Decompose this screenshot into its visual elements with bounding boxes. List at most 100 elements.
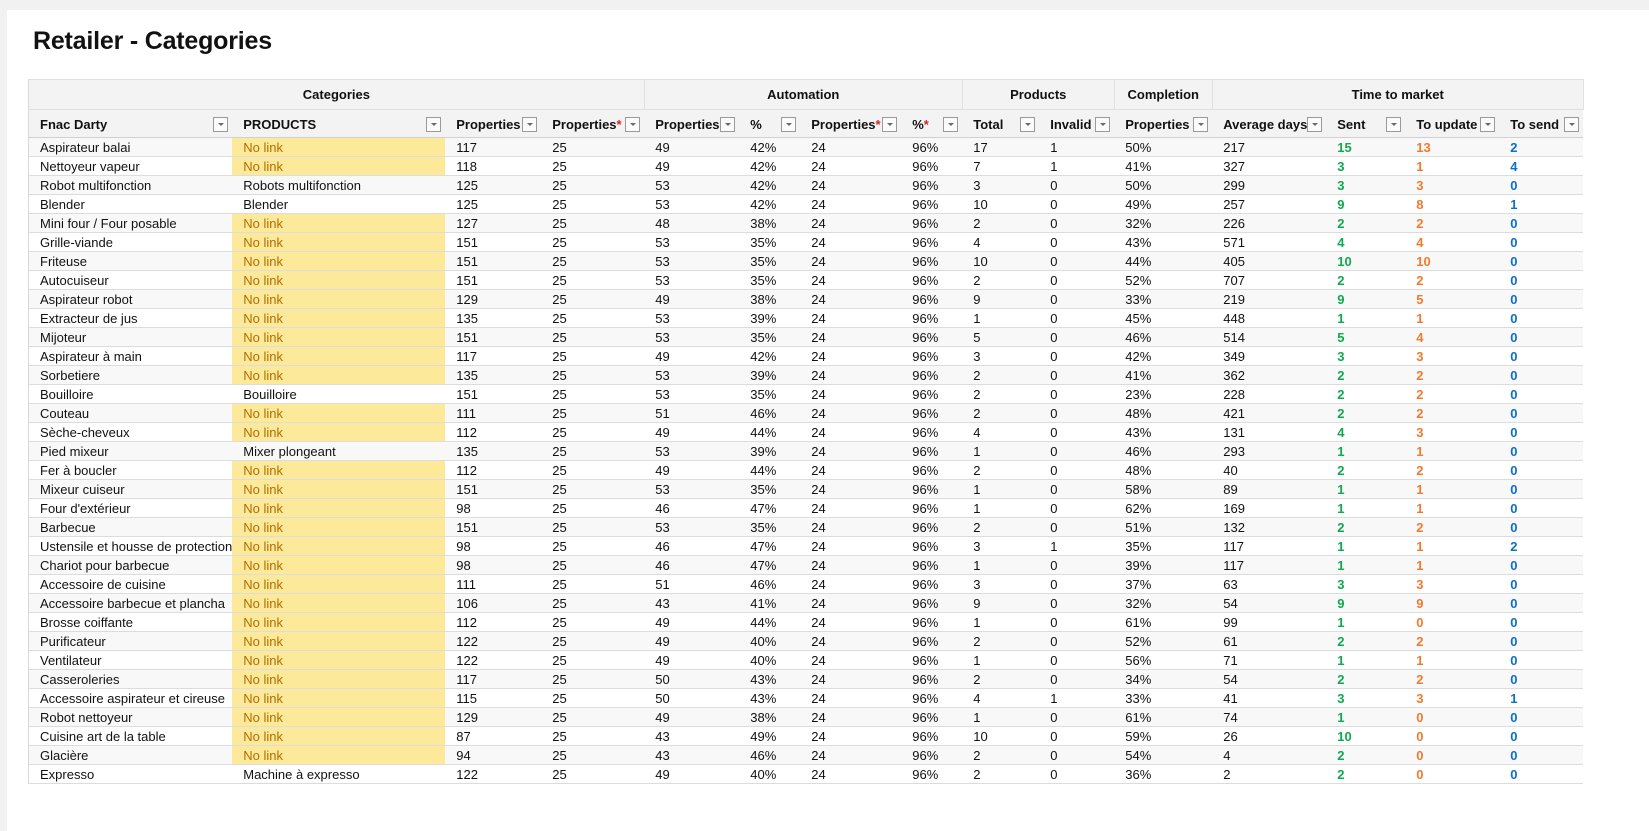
cell-products-no-link[interactable]: No link — [232, 536, 446, 556]
filter-dropdown-icon[interactable] — [213, 117, 229, 132]
table-row[interactable]: Brosse coiffante No link 112 25 49 44% 24 96% 1 0… — [29, 612, 1584, 632]
cell-products-no-link[interactable]: No link — [232, 403, 446, 423]
cell-products-no-link[interactable]: No link — [232, 251, 446, 271]
table-row[interactable]: Accessoire de cuisine No link 111 25 51 46% 24… — [29, 574, 1584, 594]
table-row[interactable]: Barbecue No link 151 25 53 35% 24 96% 2 0 51% 132 2 2… — [29, 517, 1584, 537]
table-row[interactable]: Chariot pour barbecue No link 98 25 46 47% 24 9… — [29, 555, 1584, 575]
cell-products-no-link[interactable]: No link — [232, 479, 446, 499]
cell-products-no-link[interactable]: No link — [232, 555, 446, 575]
table-row[interactable]: Glacière No link 94 25 43 46% 24 96% 2 0 54% 4 2 0 0 — [29, 745, 1584, 765]
column-header-total[interactable]: Total — [962, 109, 1040, 138]
table-row[interactable]: Aspirateur robot No link 129 25 49 38% 24 96% 9 0… — [29, 289, 1584, 309]
cell-avg-days: 117 — [1212, 555, 1327, 575]
cell-products-no-link[interactable]: No link — [232, 612, 446, 632]
cell-products-no-link[interactable]: No link — [232, 156, 446, 176]
cell-invalid: 0 — [1039, 460, 1115, 480]
cell-auto-props-req: 24 — [800, 479, 902, 499]
cell-products-no-link[interactable]: No link — [232, 726, 446, 746]
cell-products-no-link[interactable]: No link — [232, 460, 446, 480]
column-header-auto-props[interactable]: Properties — [644, 109, 740, 138]
table-row[interactable]: Pied mixeur Mixer plongeant 135 25 53 39% 24 96… — [29, 441, 1584, 461]
cell-auto-pct: 39% — [739, 365, 801, 385]
filter-dropdown-icon[interactable] — [1193, 117, 1209, 132]
table-row[interactable]: Extracteur de jus No link 135 25 53 39% 24 96% 1… — [29, 308, 1584, 328]
cell-products-no-link[interactable]: No link — [232, 707, 446, 727]
cell-auto-pct: 43% — [739, 669, 801, 689]
column-header-invalid[interactable]: Invalid — [1039, 109, 1115, 138]
table-row[interactable]: Couteau No link 111 25 51 46% 24 96% 2 0 48% 421 2 2 0 — [29, 403, 1584, 423]
table-row[interactable]: Fer à boucler No link 112 25 49 44% 24 96% 2 0 48%… — [29, 460, 1584, 480]
filter-dropdown-icon[interactable] — [426, 117, 442, 132]
table-row[interactable]: Mixeur cuiseur No link 151 25 53 35% 24 96% 1 0 58… — [29, 479, 1584, 499]
table-row[interactable]: Aspirateur à main No link 117 25 49 42% 24 96% 3… — [29, 346, 1584, 366]
filter-dropdown-icon[interactable] — [625, 117, 641, 132]
cell-products-no-link[interactable]: No link — [232, 308, 446, 328]
column-header-completion[interactable]: Properties — [1114, 109, 1213, 138]
cell-products-no-link[interactable]: No link — [232, 669, 446, 689]
table-row[interactable]: Nettoyeur vapeur No link 118 25 49 42% 24 96% 7 1… — [29, 156, 1584, 176]
cell-products-no-link[interactable]: No link — [232, 631, 446, 651]
table-row[interactable]: Mini four / Four posable No link 127 25 48 38… — [29, 213, 1584, 233]
column-header-products[interactable]: PRODUCTS — [232, 109, 446, 138]
cell-products-no-link[interactable]: No link — [232, 213, 446, 233]
table-row[interactable]: Purificateur No link 122 25 49 40% 24 96% 2 0 52% 6… — [29, 631, 1584, 651]
cell-products-no-link[interactable]: No link — [232, 745, 446, 765]
table-row[interactable]: Four d'extérieur No link 98 25 46 47% 24 96% 1 0 6… — [29, 498, 1584, 518]
column-header-to-send[interactable]: To send — [1499, 109, 1584, 138]
filter-dropdown-icon[interactable] — [1095, 117, 1111, 132]
table-row[interactable]: Bouilloire Bouilloire 151 25 53 35% 24 96% 2 0 23%… — [29, 384, 1584, 404]
table-row[interactable]: Accessoire aspirateur et cireuse No link 1… — [29, 688, 1584, 708]
filter-dropdown-icon[interactable] — [1480, 117, 1496, 132]
cell-fnac: Aspirateur robot — [29, 289, 233, 309]
table-row[interactable]: Ustensile et housse de protection No link… — [29, 536, 1584, 556]
cell-products-no-link[interactable]: No link — [232, 517, 446, 537]
filter-dropdown-icon[interactable] — [882, 117, 898, 132]
column-header-props-req[interactable]: Properties* — [541, 109, 645, 138]
filter-dropdown-icon[interactable] — [1307, 117, 1323, 132]
cell-products-no-link[interactable]: No link — [232, 593, 446, 613]
table-row[interactable]: Mijoteur No link 151 25 53 35% 24 96% 5 0 46% 514 5 4… — [29, 327, 1584, 347]
cell-products-no-link[interactable]: No link — [232, 422, 446, 442]
column-header-fnac[interactable]: Fnac Darty — [29, 109, 233, 138]
table-row[interactable]: Sorbetiere No link 135 25 53 39% 24 96% 2 0 41% 362… — [29, 365, 1584, 385]
table-row[interactable]: Autocuiseur No link 151 25 53 35% 24 96% 2 0 52% 70… — [29, 270, 1584, 290]
table-row[interactable]: Ventilateur No link 122 25 49 40% 24 96% 1 0 56% 71… — [29, 650, 1584, 670]
filter-dropdown-icon[interactable] — [522, 117, 538, 132]
table-row[interactable]: Casseroleries No link 117 25 50 43% 24 96% 2 0 34%… — [29, 669, 1584, 689]
column-header-auto-props-req[interactable]: Properties* — [800, 109, 902, 138]
filter-dropdown-icon[interactable] — [1020, 117, 1036, 132]
cell-products-no-link[interactable]: No link — [232, 137, 446, 157]
cell-props-req: 25 — [541, 441, 645, 461]
cell-products-no-link[interactable]: No link — [232, 270, 446, 290]
table-row[interactable]: Expresso Machine à expresso 122 25 49 40% 24 96… — [29, 764, 1584, 784]
table-row[interactable]: Robot nettoyeur No link 129 25 49 38% 24 96% 1 0 6… — [29, 707, 1584, 727]
filter-dropdown-icon[interactable] — [781, 117, 797, 132]
column-header-props[interactable]: Properties — [445, 109, 542, 138]
table-row[interactable]: Sèche-cheveux No link 112 25 49 44% 24 96% 4 0 43%… — [29, 422, 1584, 442]
column-header-auto-pct-req[interactable]: %* — [901, 109, 963, 138]
column-header-auto-pct[interactable]: % — [739, 109, 801, 138]
table-row[interactable]: Aspirateur balai No link 117 25 49 42% 24 96% 17… — [29, 137, 1584, 157]
cell-products-no-link[interactable]: No link — [232, 498, 446, 518]
filter-dropdown-icon[interactable] — [1386, 117, 1402, 132]
table-row[interactable]: Blender Blender 125 25 53 42% 24 96% 10 0 49% 257 9 8… — [29, 194, 1584, 214]
filter-dropdown-icon[interactable] — [1564, 117, 1580, 132]
cell-products-no-link[interactable]: No link — [232, 688, 446, 708]
table-row[interactable]: Accessoire barbecue et plancha No link 106… — [29, 593, 1584, 613]
table-row[interactable]: Grille-viande No link 151 25 53 35% 24 96% 4 0 43%… — [29, 232, 1584, 252]
table-row[interactable]: Friteuse No link 151 25 53 35% 24 96% 10 0 44% 405 1… — [29, 251, 1584, 271]
cell-products-no-link[interactable]: No link — [232, 346, 446, 366]
column-header-avg-days[interactable]: Average days — [1212, 109, 1327, 138]
cell-products-no-link[interactable]: No link — [232, 232, 446, 252]
filter-dropdown-icon[interactable] — [943, 117, 959, 132]
cell-products-no-link[interactable]: No link — [232, 289, 446, 309]
column-header-sent[interactable]: Sent — [1326, 109, 1406, 138]
cell-products-no-link[interactable]: No link — [232, 327, 446, 347]
cell-products-no-link[interactable]: No link — [232, 650, 446, 670]
column-header-to-update[interactable]: To update — [1405, 109, 1500, 138]
table-row[interactable]: Cuisine art de la table No link 87 25 43 49% 2… — [29, 726, 1584, 746]
table-row[interactable]: Robot multifonction Robots multifonction 1… — [29, 175, 1584, 195]
cell-products-no-link[interactable]: No link — [232, 574, 446, 594]
filter-dropdown-icon[interactable] — [720, 117, 736, 132]
cell-products-no-link[interactable]: No link — [232, 365, 446, 385]
